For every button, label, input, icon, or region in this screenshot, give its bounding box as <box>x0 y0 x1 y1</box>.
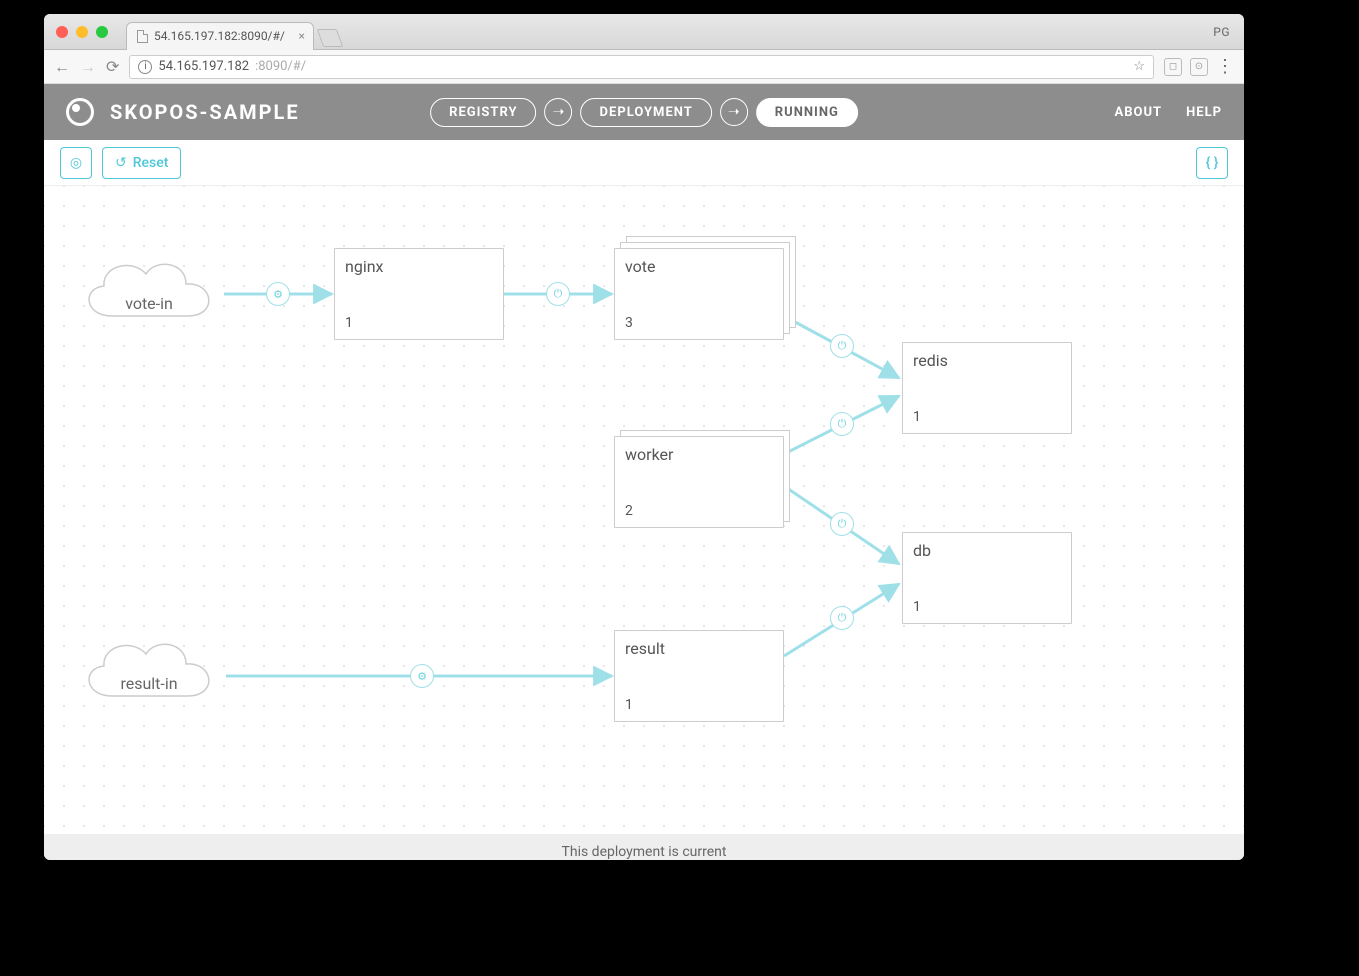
close-window-icon[interactable] <box>56 26 68 38</box>
power-icon[interactable]: ⏻ <box>830 512 854 536</box>
app-title: SKOPOS-SAMPLE <box>110 100 300 124</box>
app-logo-icon <box>66 98 94 126</box>
gateway-result-in[interactable]: result-in <box>74 624 224 712</box>
page-icon <box>137 30 148 43</box>
node-result[interactable]: result 1 <box>614 630 784 722</box>
power-icon[interactable]: ⏻ <box>830 412 854 436</box>
help-link[interactable]: HELP <box>1186 105 1222 120</box>
node-redis[interactable]: redis 1 <box>902 342 1072 434</box>
address-input[interactable]: i 54.165.197.182 :8090/#/ ☆ <box>129 55 1154 79</box>
node-replicas: 1 <box>625 697 773 713</box>
node-name: result <box>625 639 773 658</box>
node-vote[interactable]: vote 3 <box>614 248 784 340</box>
url-host: 54.165.197.182 <box>158 59 249 74</box>
running-label: RUNNING <box>775 105 839 120</box>
node-nginx[interactable]: nginx 1 <box>334 248 504 340</box>
node-name: vote <box>625 257 773 276</box>
tab-title: 54.165.197.182:8090/#/ <box>154 29 285 43</box>
node-worker[interactable]: worker 2 <box>614 436 784 528</box>
view-json-button[interactable]: { } <box>1196 147 1228 179</box>
gear-icon[interactable]: ⚙ <box>266 282 290 306</box>
stage-nav: REGISTRY ➝ DEPLOYMENT ➝ RUNNING <box>430 98 858 127</box>
extensions: ◻ ⊙ ⋮ <box>1164 56 1234 77</box>
node-replicas: 3 <box>625 315 773 331</box>
url-bar: ← → ⟳ i 54.165.197.182 :8090/#/ ☆ ◻ ⊙ ⋮ <box>44 50 1244 84</box>
toolbar: ◎ ↺ Reset { } <box>44 140 1244 186</box>
browser-tab[interactable]: 54.165.197.182:8090/#/ × <box>126 22 314 50</box>
bookmark-star-icon[interactable]: ☆ <box>1133 59 1145 74</box>
gateway-label: vote-in <box>74 294 224 313</box>
stage-arrow-icon-2: ➝ <box>720 98 748 126</box>
node-replicas: 1 <box>913 599 1061 615</box>
node-name: worker <box>625 445 773 464</box>
site-info-icon[interactable]: i <box>138 60 152 74</box>
node-replicas: 1 <box>913 409 1061 425</box>
undo-icon: ↺ <box>115 155 127 171</box>
power-icon[interactable]: ⏻ <box>830 606 854 630</box>
gateway-vote-in[interactable]: vote-in <box>74 244 224 332</box>
close-tab-icon[interactable]: × <box>298 29 304 43</box>
registry-button[interactable]: REGISTRY <box>430 98 536 127</box>
node-db[interactable]: db 1 <box>902 532 1072 624</box>
profile-badge[interactable]: PG <box>1213 25 1230 39</box>
chrome-menu-icon[interactable]: ⋮ <box>1216 56 1234 77</box>
topology-canvas[interactable]: ⚙ ⏻ ⏻ ⏻ ⏻ ⏻ ⚙ vote-in result-in nginx 1 … <box>44 186 1244 834</box>
app-header: SKOPOS-SAMPLE REGISTRY ➝ DEPLOYMENT ➝ RU… <box>44 84 1244 140</box>
back-button[interactable]: ← <box>54 57 70 77</box>
node-name: db <box>913 541 1061 560</box>
registry-label: REGISTRY <box>449 105 517 120</box>
node-replicas: 2 <box>625 503 773 519</box>
header-right: ABOUT HELP <box>1114 105 1222 120</box>
deployment-label: DEPLOYMENT <box>600 105 693 120</box>
gear-icon[interactable]: ⚙ <box>410 664 434 688</box>
gateway-label: result-in <box>74 674 224 693</box>
reset-label: Reset <box>133 155 169 171</box>
new-tab-button[interactable] <box>317 29 344 47</box>
reset-button[interactable]: ↺ Reset <box>102 147 181 179</box>
node-replicas: 1 <box>345 315 493 331</box>
window-controls <box>56 26 108 38</box>
maximize-window-icon[interactable] <box>96 26 108 38</box>
node-name: nginx <box>345 257 493 276</box>
about-link[interactable]: ABOUT <box>1114 105 1162 120</box>
power-icon[interactable]: ⏻ <box>546 282 570 306</box>
minimize-window-icon[interactable] <box>76 26 88 38</box>
reload-button[interactable]: ⟳ <box>106 57 119 76</box>
auto-layout-button[interactable]: ◎ <box>60 147 92 179</box>
status-bar: This deployment is current <box>44 834 1244 860</box>
braces-icon: { } <box>1206 155 1219 171</box>
url-port-path: :8090/#/ <box>255 59 306 74</box>
steering-wheel-icon: ◎ <box>70 155 82 171</box>
power-icon[interactable]: ⏻ <box>830 334 854 358</box>
stage-arrow-icon: ➝ <box>545 98 573 126</box>
forward-button[interactable]: → <box>80 57 96 77</box>
titlebar: 54.165.197.182:8090/#/ × PG <box>44 14 1244 50</box>
running-button[interactable]: RUNNING <box>756 98 858 127</box>
node-name: redis <box>913 351 1061 370</box>
extension-icon-2[interactable]: ⊙ <box>1190 58 1208 76</box>
status-message: This deployment is current <box>562 844 727 860</box>
browser-window: 54.165.197.182:8090/#/ × PG ← → ⟳ i 54.1… <box>44 14 1244 860</box>
extension-icon[interactable]: ◻ <box>1164 58 1182 76</box>
deployment-button[interactable]: DEPLOYMENT <box>581 98 712 127</box>
